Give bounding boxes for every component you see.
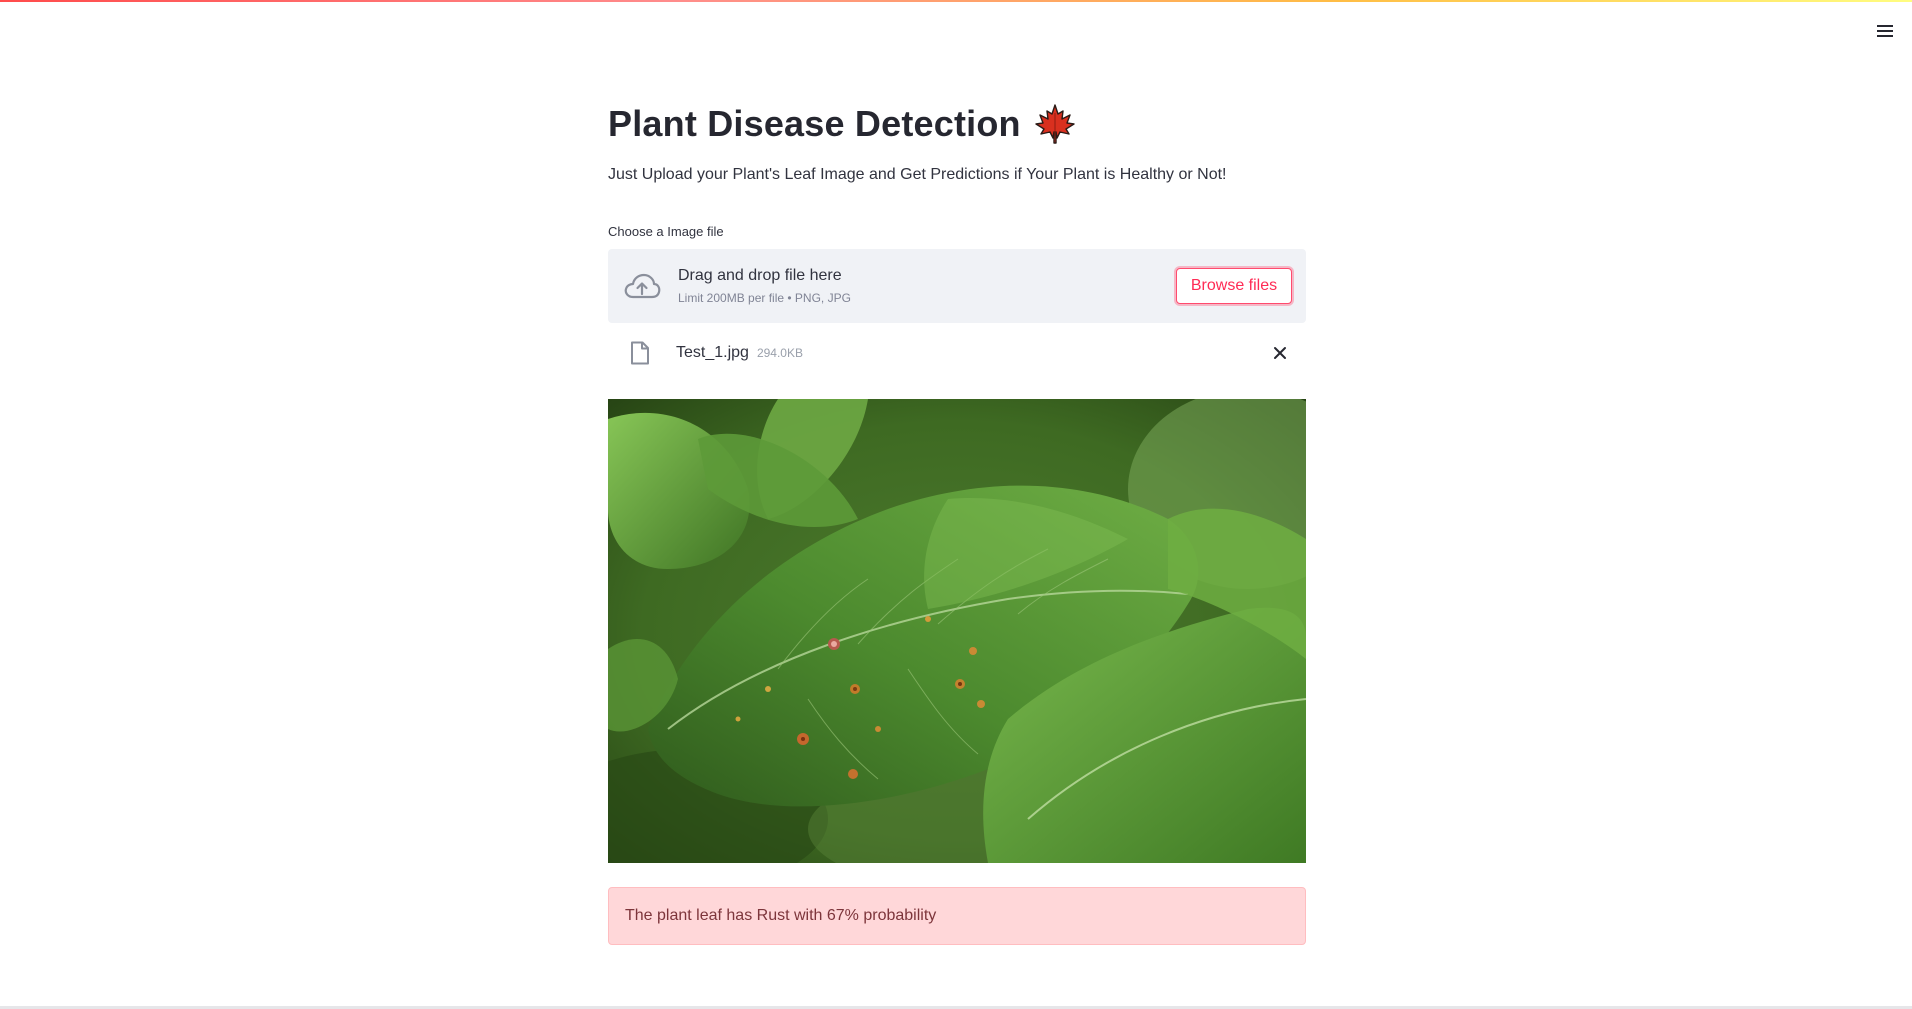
title-row: Plant Disease Detection [608,96,1306,152]
dropzone-limit: Limit 200MB per file • PNG, JPG [678,291,851,305]
prediction-alert: The plant leaf has Rust with 67% probabi… [608,887,1306,945]
prediction-message: The plant leaf has Rust with 67% probabi… [625,907,937,924]
page-title: Plant Disease Detection [608,103,1021,144]
browse-files-button[interactable]: Browse files [1176,268,1292,304]
hamburger-menu-icon [1877,25,1893,37]
uploaded-leaf-image [608,399,1306,863]
cloud-upload-icon [622,266,662,306]
uploader-label: Choose a Image file [608,224,724,239]
main-menu-button[interactable] [1870,18,1900,44]
uploaded-file-row: Test_1.jpg 294.0KB [608,323,1306,383]
file-icon [628,340,652,366]
dropzone-instruction: Drag and drop file here [678,267,842,284]
main-content: Plant Disease Detection Just Upload your… [608,96,1306,945]
page-subtitle: Just Upload your Plant's Leaf Image and … [608,166,1227,183]
uploaded-file-size: 294.0KB [756,346,803,360]
top-decoration-bar [0,0,1912,2]
file-dropzone[interactable]: Drag and drop file here Limit 200MB per … [608,249,1306,323]
uploaded-file-name: Test_1.jpg [676,344,749,361]
close-icon [1274,347,1286,359]
dropzone-text: Drag and drop file here Limit 200MB per … [678,267,1176,305]
maple-leaf-icon [1035,104,1075,144]
remove-file-button[interactable] [1268,341,1292,365]
